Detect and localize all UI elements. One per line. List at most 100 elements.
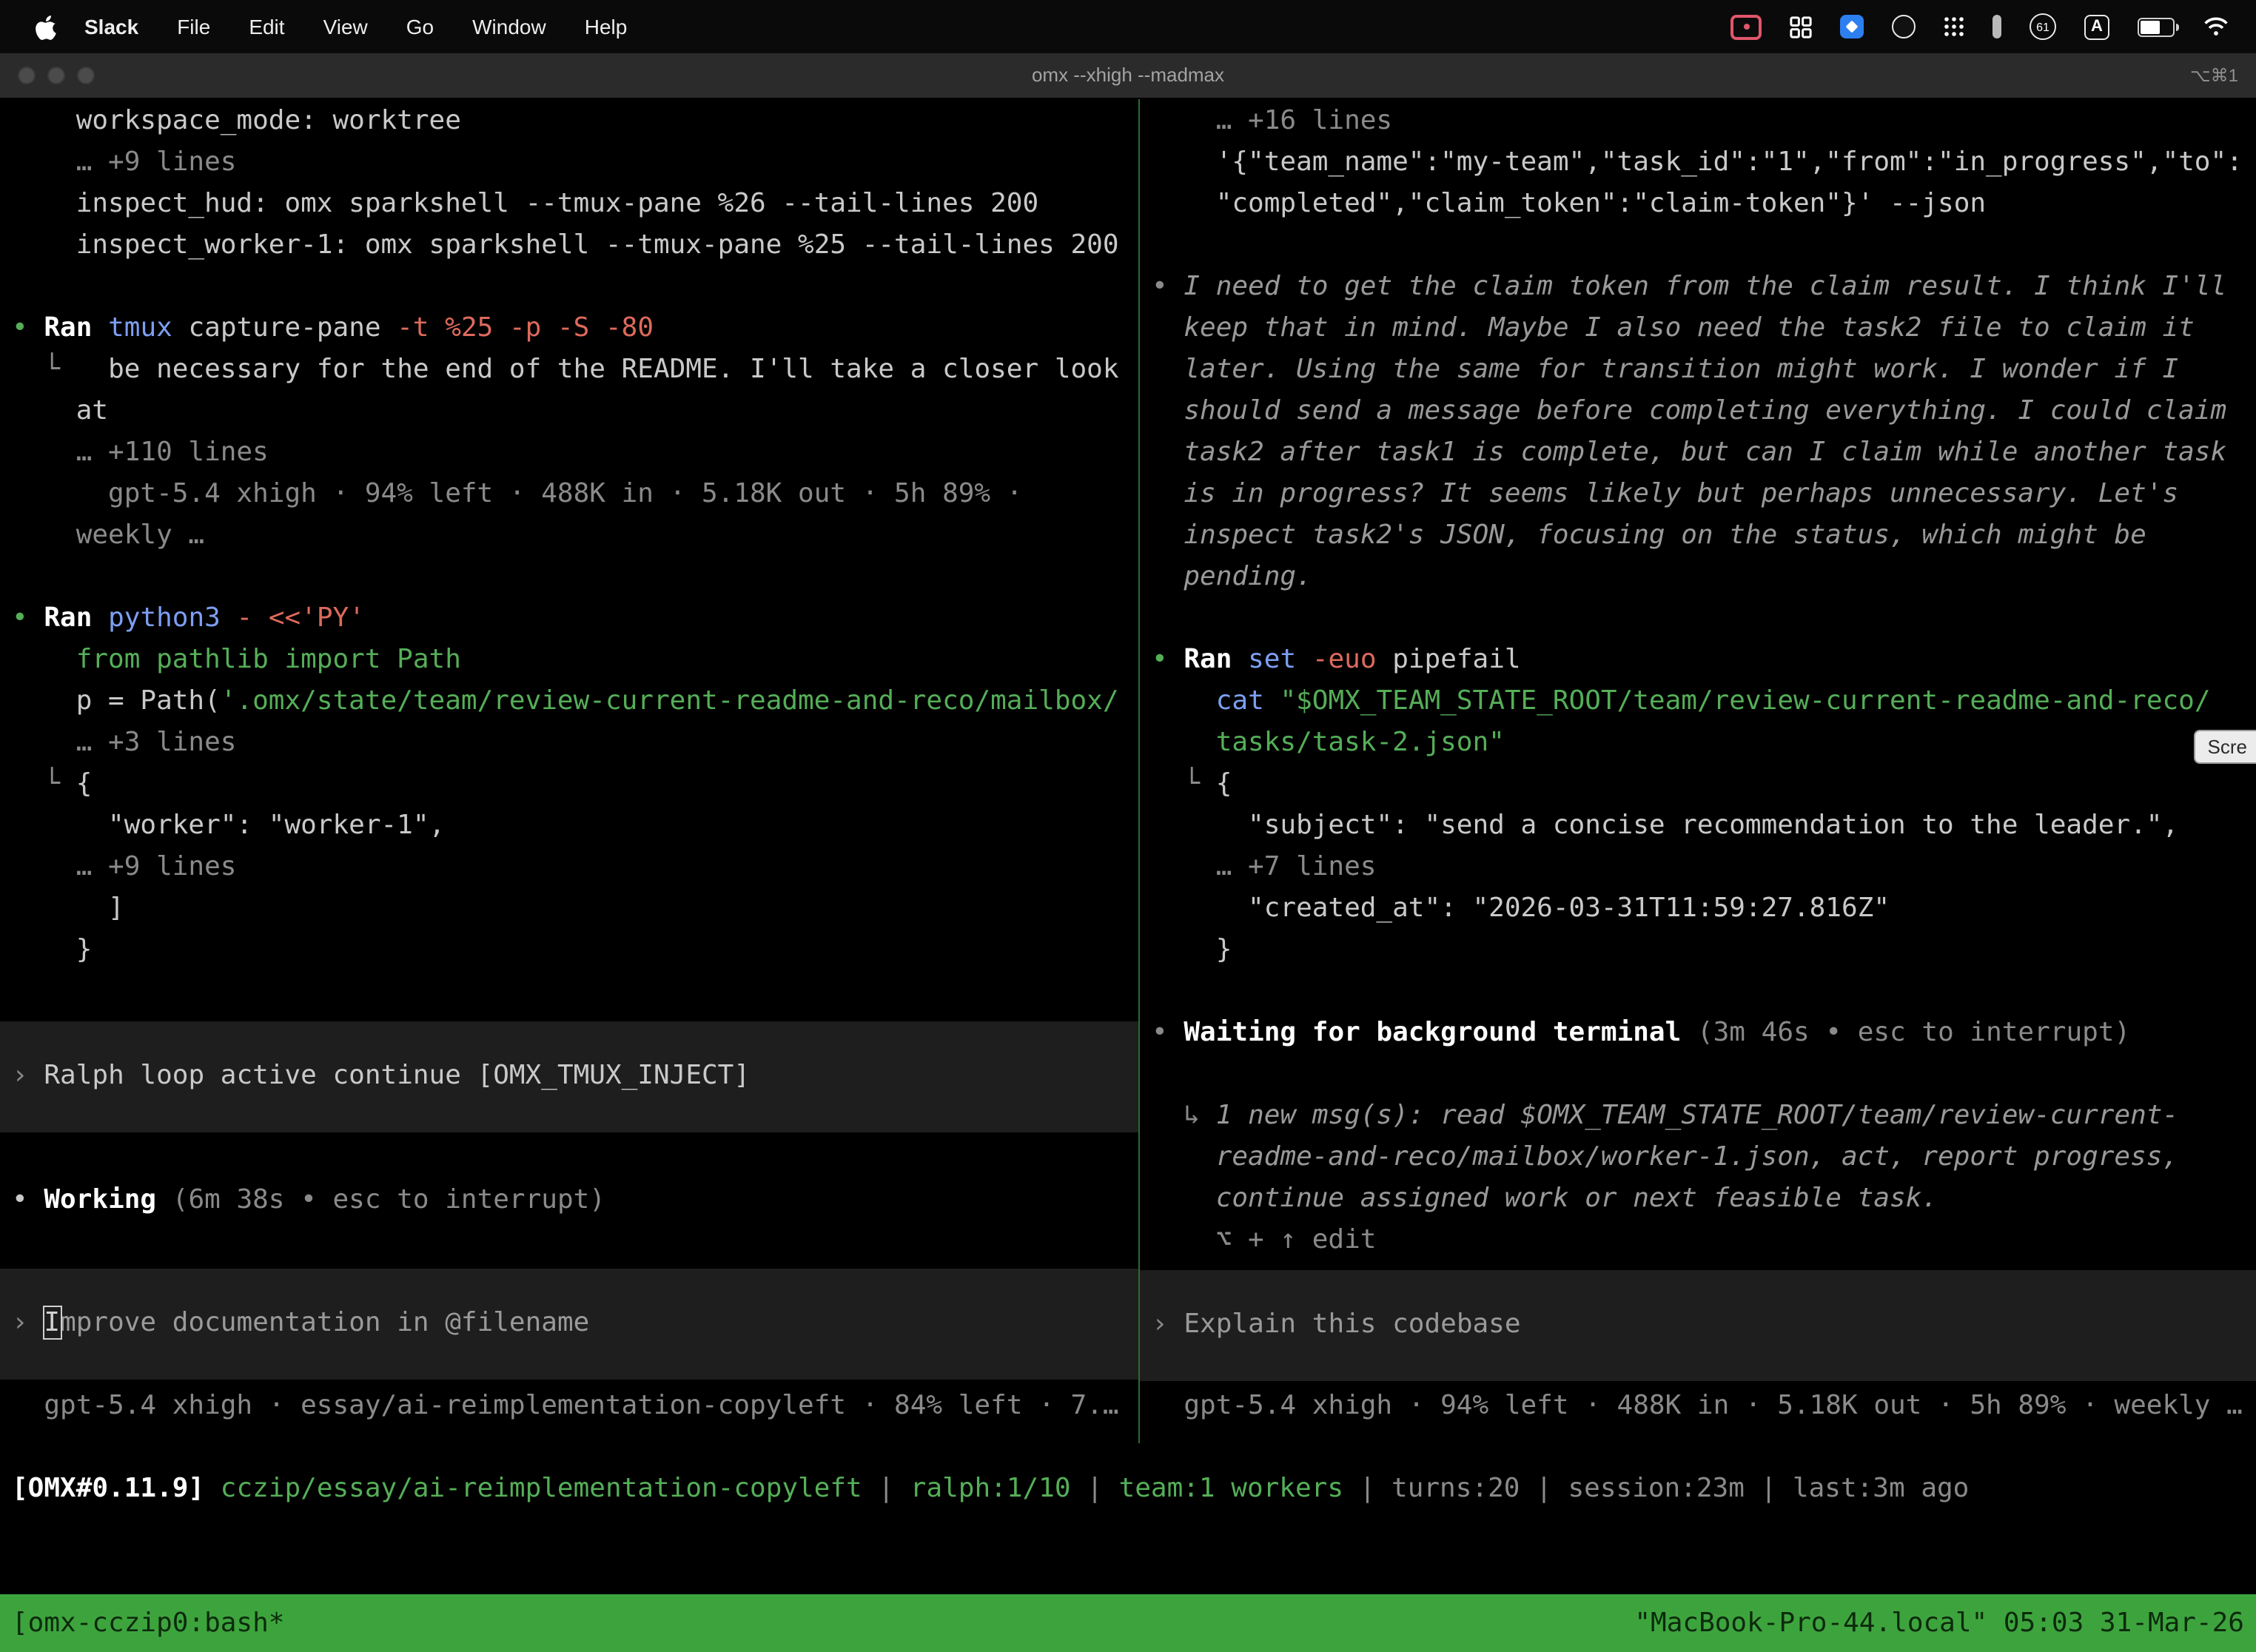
tmux-host-clock: "MacBook-Pro-44.local" 05:03 31-Mar-26 (1634, 1608, 2244, 1639)
text-segment: • (12, 312, 44, 343)
terminal-line: ↳ 1 new msg(s): read $OMX_TEAM_STATE_ROO… (1140, 1095, 2256, 1137)
menu-go[interactable]: Go (387, 15, 453, 38)
text-segment: [OMX#0.11.9] (12, 1473, 221, 1504)
terminal-line: "created_at": "2026-03-31T11:59:27.816Z" (1140, 888, 2256, 930)
terminal-line: inspect_hud: omx sparkshell --tmux-pane … (0, 184, 1138, 225)
blue-app-icon[interactable] (1840, 15, 1864, 38)
window-grid-icon[interactable] (1790, 16, 1812, 38)
terminal-line: "completed","claim_token":"claim-token"}… (1140, 184, 2256, 225)
apple-menu-icon[interactable] (36, 14, 56, 39)
text-segment: | (862, 1473, 910, 1504)
text-segment: gpt-5.4 xhigh · 94% left · 488K in · 5.1… (12, 478, 1022, 509)
text-segment: capture-pane (188, 312, 397, 343)
battery-icon[interactable] (2138, 17, 2175, 36)
text-segment: inspect_worker-1: omx sparkshell --tmux-… (12, 229, 1119, 261)
text-segment: tasks/task-2.json" (1152, 727, 1505, 758)
terminal-line: gpt-5.4 xhigh · essay/ai-reimplementatio… (0, 1386, 1138, 1427)
terminal-line: from pathlib import Path (0, 639, 1138, 681)
terminal-line: ] (0, 888, 1138, 930)
text-segment: continue assigned work or next feasible … (1152, 1183, 1938, 1214)
terminal-line (0, 266, 1138, 308)
wifi-icon[interactable] (2203, 16, 2229, 37)
menu-view[interactable]: View (304, 15, 387, 38)
battery-fill (2141, 20, 2160, 33)
key-icon[interactable] (1993, 15, 2001, 38)
text-segment: … +3 lines (12, 727, 236, 758)
text-segment: Ran (44, 312, 108, 343)
text-segment: at (12, 395, 108, 426)
text-segment: "created_at": "2026-03-31T11:59:27.816Z" (1152, 893, 1890, 924)
terminal-line: • Ran tmux capture-pane -t %25 -p -S -80 (0, 308, 1138, 349)
text-segment: | (1343, 1473, 1391, 1504)
omx-status-line: [OMX#0.11.9] cczip/essay/ai-reimplementa… (0, 1468, 2256, 1510)
menu-bar: Slack File Edit View Go Window Help 61 A (0, 0, 2256, 53)
text-segment: { (1216, 768, 1232, 799)
text-segment: 1 new msg(s): read $OMX_TEAM_STATE_ROOT/… (1216, 1100, 2178, 1131)
terminal-line: "subject": "send a concise recommendatio… (1140, 805, 2256, 847)
terminal[interactable]: workspace_mode: worktree … +9 lines insp… (0, 98, 2256, 1594)
terminal-line: gpt-5.4 xhigh · 94% left · 488K in · 5.1… (0, 474, 1138, 515)
text-segment: workspace_mode: worktree (12, 105, 461, 136)
terminal-line: … +9 lines (0, 847, 1138, 888)
terminal-line: • I need to get the claim token from the… (1140, 266, 2256, 308)
terminal-line: … +110 lines (0, 432, 1138, 474)
text-segment: keep that in mind. Maybe I also need the… (1152, 312, 2195, 343)
terminal-line: › Improve documentation in @filename (0, 1303, 1138, 1344)
text-segment: '{"team_name":"my-team","task_id":"1","f… (1152, 147, 2243, 178)
text-segment: turns:20 (1391, 1473, 1520, 1504)
text-segment: cat (1216, 685, 1280, 716)
text-segment: "completed","claim_token":"claim-token"}… (1152, 188, 1986, 219)
menu-file[interactable]: File (158, 15, 229, 38)
dark-app-icon[interactable] (1892, 15, 1916, 38)
text-segment: (6m 38s • esc to interrupt) (156, 1184, 605, 1215)
terminal-line: › Ralph loop active continue [OMX_TMUX_I… (0, 1055, 1138, 1097)
window-title: omx --xhigh --madmax (0, 53, 2256, 98)
text-segment: python3 (108, 602, 236, 634)
text-segment: from pathlib import Path (12, 644, 461, 675)
sensor-badge[interactable]: 61 (2030, 13, 2056, 40)
text-segment: • (12, 602, 44, 634)
text-segment: … +9 lines (12, 147, 236, 178)
terminal-line (0, 971, 1138, 1013)
terminal-line: tasks/task-2.json" (1140, 722, 2256, 764)
terminal-line: pending. (1140, 557, 2256, 598)
right-pane[interactable]: … +16 lines '{"team_name":"my-team","tas… (1140, 98, 2256, 1443)
battery-nub (2176, 23, 2179, 30)
terminal-line: inspect_worker-1: omx sparkshell --tmux-… (0, 225, 1138, 266)
left-pane[interactable]: workspace_mode: worktree … +9 lines insp… (0, 98, 1140, 1443)
text-segment: should send a message before completing … (1152, 395, 2226, 426)
text-segment: { (76, 768, 93, 799)
text-segment: gpt-5.4 xhigh · 94% left · 488K in · 5.1… (1152, 1390, 2243, 1421)
menu-edit[interactable]: Edit (229, 15, 303, 38)
screen-recording-icon[interactable] (1730, 14, 1762, 39)
text-segment: "subject": "send a concise recommendatio… (1152, 810, 2178, 841)
terminal-line: weekly … (0, 515, 1138, 557)
text-segment: … +110 lines (12, 437, 269, 468)
terminal-line: inspect task2's JSON, focusing on the st… (1140, 515, 2256, 557)
terminal-line: is in progress? It seems likely but perh… (1140, 474, 2256, 515)
text-segment: … +7 lines (1152, 851, 1376, 882)
text-segment: • (1152, 271, 1184, 302)
menu-window[interactable]: Window (453, 15, 565, 38)
dots-grid-icon[interactable] (1944, 16, 1964, 37)
text-segment: mprove documentation in @filename (60, 1307, 589, 1338)
text-segment: be necessary for the end of the README. … (108, 354, 1118, 385)
terminal-output: … +16 lines '{"team_name":"my-team","tas… (1140, 101, 2256, 1261)
input-source-icon[interactable]: A (2084, 14, 2109, 39)
text-segment: ⌥ + ↑ edit (1152, 1224, 1376, 1255)
menu-app-name[interactable]: Slack (65, 15, 158, 38)
terminal-line: should send a message before completing … (1140, 391, 2256, 432)
text-segment: task2 after task1 is complete, but can I… (1152, 437, 2226, 468)
terminal-line: "worker": "worker-1", (0, 805, 1138, 847)
text-segment: - <<'PY' (237, 602, 365, 634)
tooltip: Scre (2195, 730, 2256, 764)
menu-help[interactable]: Help (565, 15, 647, 38)
text-segment: '.omx/state/team/review-current-readme-a… (221, 685, 1119, 716)
terminal-line: readme-and-reco/mailbox/worker-1.json, a… (1140, 1137, 2256, 1178)
text-segment: › (1152, 1309, 1184, 1340)
text-segment: Waiting for background terminal (1184, 1017, 1681, 1048)
text-segment: (3m 46s • esc to interrupt) (1681, 1017, 2130, 1048)
text-segment: Working (44, 1184, 156, 1215)
text-segment: Ran (1184, 644, 1248, 675)
text-segment: } (12, 934, 92, 965)
